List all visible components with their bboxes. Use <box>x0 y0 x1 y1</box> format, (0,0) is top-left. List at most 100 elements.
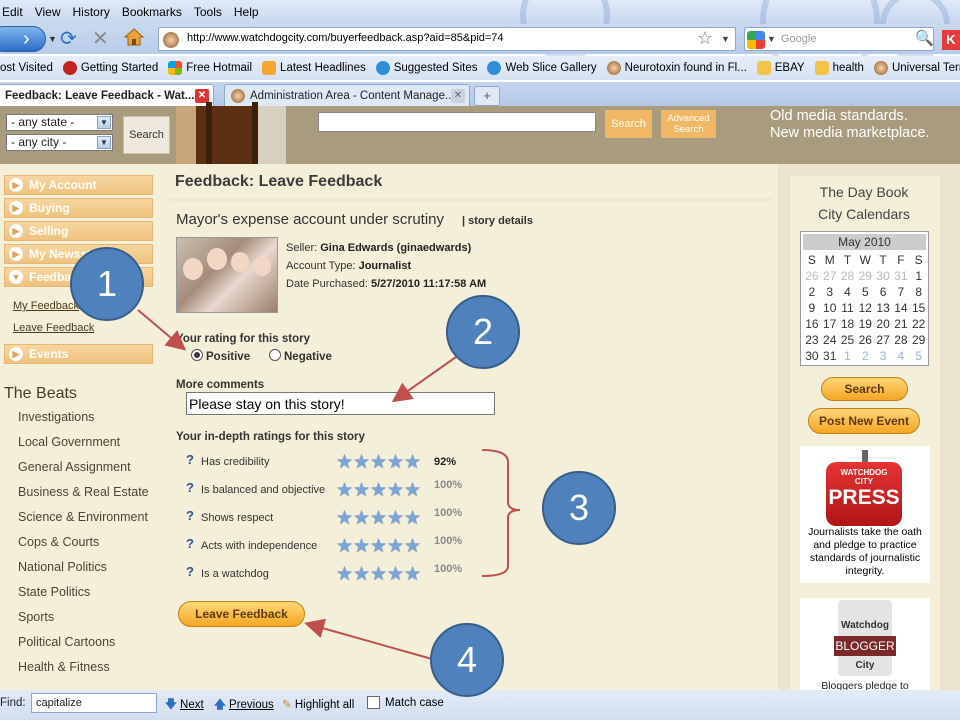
bookmark-ebay[interactable]: EBAY <box>756 61 805 75</box>
negative-radio[interactable] <box>269 349 281 361</box>
star-rating[interactable]: ★ ★ ★ ★ ★ <box>336 453 421 472</box>
calendar-day[interactable]: 23 <box>803 332 821 348</box>
menu-history[interactable]: History <box>72 5 109 19</box>
beat-link[interactable]: Investigations <box>18 410 94 424</box>
calendar-day[interactable]: 16 <box>803 316 821 332</box>
calendar-day[interactable]: 5 <box>856 284 874 300</box>
bookmark-latest-headlines[interactable]: Latest Headlines <box>262 61 366 75</box>
tab-leave-feedback[interactable]: Feedback: Leave Feedback - Wat... ✕ <box>0 84 214 106</box>
home-icon[interactable] <box>124 27 144 47</box>
browser-search-box[interactable]: ▼ Google 🔍 <box>744 27 934 51</box>
new-tab-button[interactable]: + <box>474 86 500 106</box>
nav-events[interactable]: ▶ Events <box>4 344 153 364</box>
star-icon[interactable]: ★ <box>404 565 421 584</box>
beat-link[interactable]: Science & Environment <box>18 510 148 524</box>
star-icon[interactable]: ★ <box>336 565 353 584</box>
calendar-day[interactable]: 10 <box>821 300 839 316</box>
comments-input[interactable]: Please stay on this story! <box>186 392 495 415</box>
story-details-link[interactable]: | story details <box>462 215 533 227</box>
star-icon[interactable]: ★ <box>370 537 387 556</box>
calendar-day[interactable]: 26 <box>856 332 874 348</box>
star-icon[interactable]: ★ <box>336 481 353 500</box>
city-select[interactable]: - any city - ▼ <box>6 134 113 151</box>
calendar-day[interactable]: 20 <box>874 316 892 332</box>
watchdog-press-ad[interactable]: WATCHDOG CITY PRESS Journalists take the… <box>800 446 930 583</box>
find-previous-button[interactable]: 🡅 Previous <box>214 697 274 716</box>
menu-bookmarks[interactable]: Bookmarks <box>122 5 182 19</box>
beat-link[interactable]: Cops & Courts <box>18 535 99 549</box>
positive-label[interactable]: Positive <box>206 351 250 363</box>
calendar-day[interactable]: 24 <box>821 332 839 348</box>
bookmark-health[interactable]: health <box>814 61 864 75</box>
star-icon[interactable]: ★ <box>404 453 421 472</box>
highlight-all-button[interactable]: ✎ Highlight all <box>282 697 354 711</box>
star-icon[interactable]: ★ <box>387 453 404 472</box>
calendar-day[interactable]: 4 <box>892 348 910 364</box>
reload-icon[interactable]: ⟳ <box>60 28 77 50</box>
calendar-day[interactable]: 30 <box>874 268 892 284</box>
calendar-day[interactable]: 29 <box>856 268 874 284</box>
location-search-button[interactable]: Search <box>123 116 170 154</box>
calendar-day[interactable]: 30 <box>803 348 821 364</box>
beat-link[interactable]: Political Cartoons <box>18 635 115 649</box>
close-tab-icon[interactable]: ✕ <box>451 89 465 103</box>
calendar-day[interactable]: 17 <box>821 316 839 332</box>
calendar-day[interactable]: 5 <box>910 348 928 364</box>
site-search-button[interactable]: Search <box>605 110 652 138</box>
bookmark-suggested-sites[interactable]: Suggested Sites <box>375 61 477 75</box>
help-icon[interactable]: ? <box>186 452 194 467</box>
leave-feedback-button[interactable]: Leave Feedback <box>178 601 305 627</box>
calendar-day[interactable]: 28 <box>839 268 857 284</box>
calendar-day[interactable]: 11 <box>839 300 857 316</box>
beat-link[interactable]: Local Government <box>18 435 120 449</box>
calendar-day[interactable]: 12 <box>856 300 874 316</box>
menu-tools[interactable]: Tools <box>194 5 222 19</box>
bookmark-most-visited[interactable]: ost Visited <box>0 62 53 74</box>
calendar-day[interactable]: 18 <box>839 316 857 332</box>
nav-my-account[interactable]: ▶ My Account <box>4 175 153 195</box>
menu-view[interactable]: View <box>35 5 61 19</box>
beat-link[interactable]: Health & Fitness <box>18 660 110 674</box>
search-placeholder[interactable]: Google <box>781 33 816 45</box>
calendar-day[interactable]: 9 <box>803 300 821 316</box>
star-icon[interactable]: ★ <box>370 481 387 500</box>
help-icon[interactable]: ? <box>186 564 194 579</box>
search-engine-dropdown-icon[interactable]: ▼ <box>767 34 776 44</box>
beat-link[interactable]: State Politics <box>18 585 90 599</box>
bookmark-neurotoxin[interactable]: Neurotoxin found in Fl... <box>606 61 747 75</box>
calendar-search-button[interactable]: Search <box>821 377 908 401</box>
star-icon[interactable]: ★ <box>387 565 404 584</box>
star-icon[interactable]: ★ <box>370 509 387 528</box>
help-icon[interactable]: ? <box>186 536 194 551</box>
calendar-day[interactable]: 7 <box>892 284 910 300</box>
star-icon[interactable]: ★ <box>370 453 387 472</box>
match-case-label[interactable]: Match case <box>385 697 444 709</box>
calendar-day[interactable]: 25 <box>839 332 857 348</box>
url-text[interactable]: http://www.watchdogcity.com/buyerfeedbac… <box>187 32 504 44</box>
calendar-day[interactable]: 1 <box>839 348 857 364</box>
negative-label[interactable]: Negative <box>284 351 332 363</box>
sublink-leave-feedback[interactable]: Leave Feedback <box>13 322 94 334</box>
calendar-day[interactable]: 22 <box>910 316 928 332</box>
calendar-day[interactable]: 26 <box>803 268 821 284</box>
calendar-day[interactable]: 31 <box>892 268 910 284</box>
star-rating[interactable]: ★ ★ ★ ★ ★ <box>336 481 421 500</box>
tab-administration-area[interactable]: Administration Area - Content Manage... … <box>224 84 470 106</box>
site-search-input[interactable] <box>318 112 596 132</box>
advanced-search-button[interactable]: Advanced Search <box>661 110 716 138</box>
help-icon[interactable]: ? <box>186 480 194 495</box>
calendar-day[interactable]: 31 <box>821 348 839 364</box>
positive-radio[interactable] <box>191 349 203 361</box>
state-select[interactable]: - any state - ▼ <box>6 114 113 131</box>
calendar-day[interactable]: 14 <box>892 300 910 316</box>
calendar-day[interactable]: 21 <box>892 316 910 332</box>
url-bar[interactable]: http://www.watchdogcity.com/buyerfeedbac… <box>158 27 736 51</box>
calendar-day[interactable]: 8 <box>910 284 928 300</box>
star-icon[interactable]: ★ <box>336 453 353 472</box>
bookmark-getting-started[interactable]: Getting Started <box>62 61 158 75</box>
day-book-link[interactable]: The Day Book <box>790 184 938 200</box>
calendar-day[interactable]: 19 <box>856 316 874 332</box>
star-icon[interactable]: ★ <box>353 509 370 528</box>
google-icon[interactable] <box>747 31 765 49</box>
sublink-my-feedback[interactable]: My Feedback <box>13 300 79 312</box>
